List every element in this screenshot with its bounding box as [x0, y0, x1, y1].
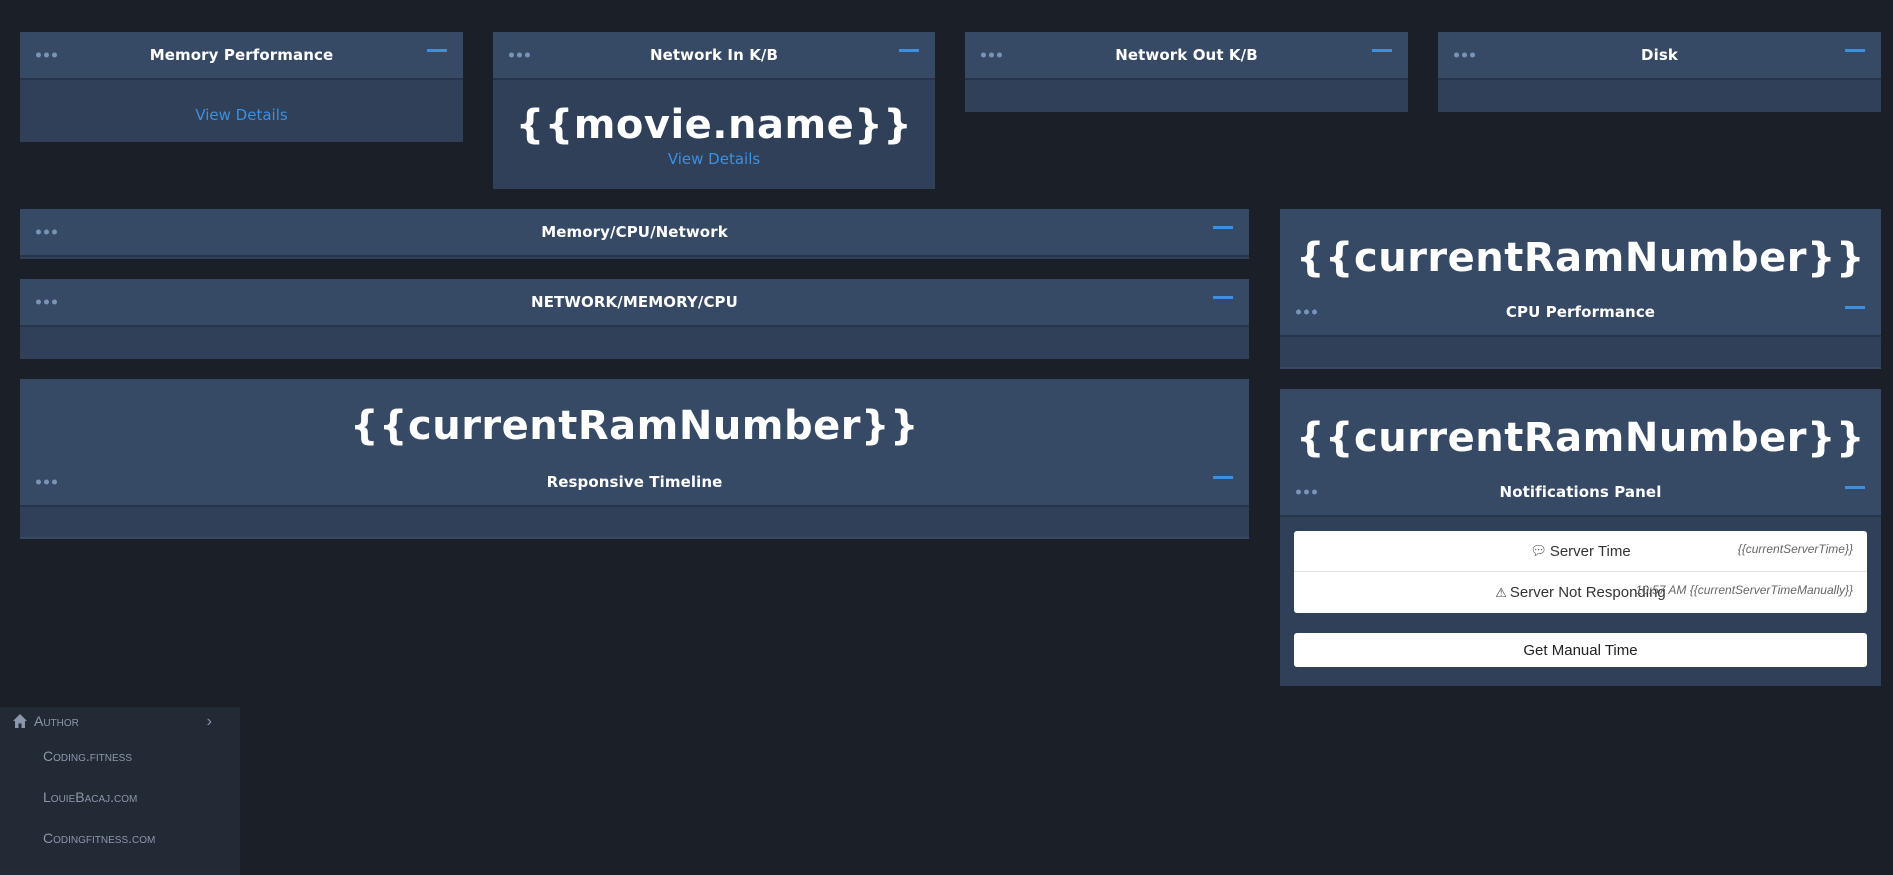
panel-header: Responsive Timeline — [20, 459, 1249, 507]
network-in-value: {{movie.name}} — [515, 102, 913, 148]
view-details-link[interactable]: View Details — [20, 106, 463, 124]
drag-handle-icon[interactable] — [509, 52, 530, 58]
notification-label: Server Time — [1549, 542, 1631, 560]
drag-handle-icon[interactable] — [36, 52, 57, 58]
collapse-icon[interactable] — [1845, 49, 1865, 52]
panel-header: Network Out K/B — [965, 32, 1408, 80]
notifications-panel: {{currentRamNumber}} Notifications Panel… — [1280, 389, 1881, 686]
panel-title: Memory Performance — [149, 46, 334, 64]
panel-body — [1280, 337, 1881, 367]
panel-header: Memory/CPU/Network — [20, 209, 1249, 257]
drag-handle-icon[interactable] — [1296, 489, 1317, 495]
notifications-value: {{currentRamNumber}} — [1296, 415, 1865, 461]
timeline-value: {{currentRamNumber}} — [350, 403, 919, 449]
network-out-panel: Network Out K/B — [965, 32, 1408, 112]
memory-cpu-network-panel: Memory/CPU/Network — [20, 209, 1249, 259]
panel-body — [20, 507, 1249, 537]
sidebar-item-codingfitness[interactable]: Codingfitness.com — [0, 817, 240, 858]
panel-title: Notifications Panel — [1499, 483, 1662, 501]
collapse-icon[interactable] — [1845, 306, 1865, 309]
sidebar-item-coding-fitness[interactable]: Coding.fitness — [0, 735, 240, 776]
drag-handle-icon[interactable] — [981, 52, 1002, 58]
panel-header: Notifications Panel — [1280, 469, 1881, 517]
list-item[interactable]: ⚠︎ Server Not Responding 10:57 AM {{curr… — [1294, 572, 1867, 613]
panel-title: Responsive Timeline — [546, 473, 723, 491]
view-details-link[interactable]: View Details — [493, 150, 935, 168]
collapse-icon[interactable] — [1845, 486, 1865, 489]
network-memory-cpu-panel: NETWORK/MEMORY/CPU — [20, 279, 1249, 359]
panel-header: CPU Performance — [1280, 289, 1881, 337]
sidebar-item-label: Coding.fitness — [43, 747, 133, 764]
notifications-header-area: {{currentRamNumber}} — [1280, 389, 1881, 469]
panel-header: NETWORK/MEMORY/CPU — [20, 279, 1249, 327]
collapse-icon[interactable] — [427, 49, 447, 52]
notification-time: {{currentServerTime}} — [1737, 542, 1853, 556]
sidebar-item-label: Codingfitness.com — [43, 829, 156, 846]
panel-title: Disk — [1641, 46, 1678, 64]
chevron-right-icon[interactable]: › — [207, 713, 212, 731]
sidebar-item-louiebacaj[interactable]: LouieBacaj.com — [0, 776, 240, 817]
disk-panel: Disk — [1438, 32, 1881, 112]
notification-time: 10:57 AM {{currentServerTimeManually}} — [1635, 583, 1853, 597]
panel-header: Network In K/B — [493, 32, 935, 80]
panel-title: NETWORK/MEMORY/CPU — [531, 293, 738, 311]
panel-title: Network Out K/B — [1115, 46, 1258, 64]
home-icon — [13, 714, 27, 728]
drag-handle-icon[interactable] — [1296, 309, 1317, 315]
drag-handle-icon[interactable] — [36, 479, 57, 485]
drag-handle-icon[interactable] — [36, 229, 57, 235]
memory-performance-panel: Memory Performance View Details — [20, 32, 463, 142]
panel-header: Memory Performance — [20, 32, 463, 80]
collapse-icon[interactable] — [1213, 226, 1233, 229]
collapse-icon[interactable] — [1213, 476, 1233, 479]
get-manual-time-button[interactable]: Get Manual Time — [1294, 633, 1867, 667]
drag-handle-icon[interactable] — [36, 299, 57, 305]
network-in-panel: Network In K/B {{movie.name}} View Detai… — [493, 32, 935, 189]
collapse-icon[interactable] — [1213, 296, 1233, 299]
cpu-performance-panel: {{currentRamNumber}} CPU Performance — [1280, 209, 1881, 369]
collapse-icon[interactable] — [1372, 49, 1392, 52]
comment-icon: 💬︎ — [1530, 543, 1547, 558]
responsive-timeline-panel: {{currentRamNumber}} Responsive Timeline — [20, 379, 1249, 539]
sidebar-item-label: Author — [34, 713, 79, 729]
cpu-value: {{currentRamNumber}} — [1296, 235, 1865, 281]
notification-list: 💬︎ Server Time {{currentServerTime}} ⚠︎ … — [1294, 531, 1867, 613]
panel-title: Memory/CPU/Network — [541, 223, 728, 241]
panel-title: Network In K/B — [649, 46, 779, 64]
collapse-icon[interactable] — [899, 49, 919, 52]
sidebar: Author › Coding.fitness LouieBacaj.com C… — [0, 707, 240, 875]
drag-handle-icon[interactable] — [1454, 52, 1475, 58]
list-item[interactable]: 💬︎ Server Time {{currentServerTime}} — [1294, 531, 1867, 572]
panel-header: Disk — [1438, 32, 1881, 80]
sidebar-item-author[interactable]: Author › — [0, 707, 240, 735]
panel-title: CPU Performance — [1505, 303, 1656, 321]
sidebar-item-label: LouieBacaj.com — [43, 788, 138, 805]
warning-icon: ⚠︎ — [1495, 584, 1507, 600]
